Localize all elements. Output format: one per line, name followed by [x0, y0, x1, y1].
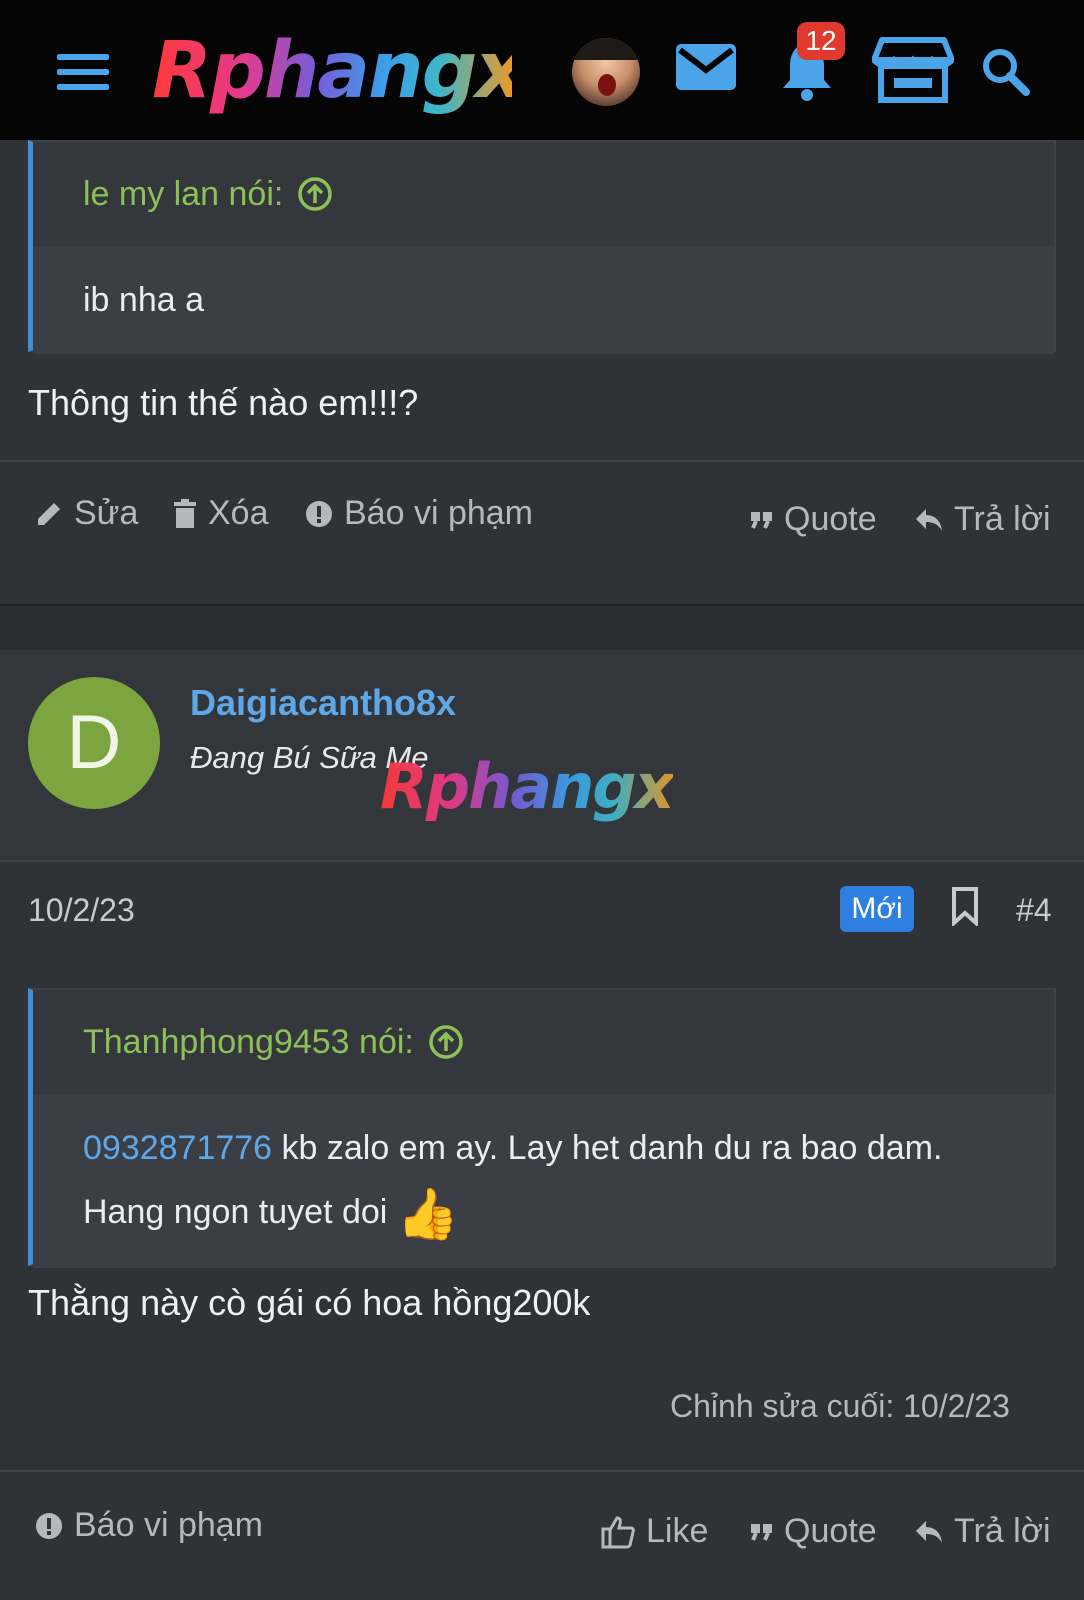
alert-icon — [36, 1512, 62, 1539]
search-icon[interactable] — [980, 46, 1030, 96]
delete-button[interactable]: Xóa — [172, 494, 269, 533]
post-actions: Sửa Xóa Báo vi phạm Quote Trả lời — [0, 494, 1084, 574]
reply-icon — [916, 508, 942, 531]
report-button[interactable]: Báo vi phạm — [304, 494, 533, 533]
report-label: Báo vi phạm — [74, 1506, 263, 1544]
top-navigation-bar: Rphangx 12 — [0, 0, 1084, 140]
quote-text: 0932871776 kb zalo em ay. Lay het danh d… — [33, 1094, 1054, 1269]
last-edited[interactable]: Chỉnh sửa cuối: 10/2/23 — [670, 1388, 1010, 1425]
post-body: Thông tin thế nào em!!!? — [28, 382, 419, 423]
reply-icon — [916, 1520, 942, 1543]
watermark-logo: Rphangx — [380, 750, 675, 823]
quote-block: le my lan nói: ib nha a — [28, 140, 1056, 354]
new-badge: Mới — [840, 886, 914, 932]
quote-label: Quote — [784, 1512, 877, 1550]
quote-label: Quote — [784, 500, 877, 538]
mail-icon[interactable] — [676, 44, 736, 90]
edit-button[interactable]: Sửa — [34, 494, 138, 533]
post: le my lan nói: ib nha a Thông tin thế nà… — [0, 140, 1084, 606]
alert-icon — [306, 500, 332, 527]
user-avatar[interactable] — [572, 38, 640, 106]
post-meta: 10/2/23 Mới #4 — [0, 860, 1084, 960]
quote-text-line1: kb zalo em ay. Lay het danh du ra bao da… — [272, 1129, 943, 1167]
post-actions: Báo vi phạm Like Quote Trả lời — [0, 1506, 1084, 1586]
post-user-header: D Daigiacantho8x Đang Bú Sữa Me Rphangx — [0, 650, 1084, 860]
divider — [0, 1470, 1084, 1472]
quote-icon — [751, 511, 772, 529]
post-number[interactable]: #4 — [1016, 892, 1052, 929]
quote-block: Thanhphong9453 nói: 0932871776 kb zalo e… — [28, 988, 1056, 1269]
trash-icon — [174, 498, 196, 528]
bookmark-icon[interactable] — [950, 886, 980, 926]
reply-label: Trả lời — [954, 1512, 1051, 1550]
arrow-up-circle-icon[interactable] — [297, 176, 333, 212]
site-logo[interactable]: Rphangx — [152, 26, 526, 116]
quote-header[interactable]: Thanhphong9453 nói: — [33, 990, 1054, 1094]
arrow-up-circle-icon[interactable] — [428, 1024, 464, 1060]
thumbs-up-emoji-icon: 👍 — [396, 1186, 460, 1243]
post-body: Thằng này cò gái có hoa hồng200k — [28, 1282, 591, 1323]
delete-label: Xóa — [208, 494, 269, 532]
post-date[interactable]: 10/2/23 — [28, 892, 135, 929]
quote-header[interactable]: le my lan nói: — [33, 142, 1054, 246]
menu-icon[interactable] — [57, 54, 109, 90]
divider — [0, 460, 1084, 462]
user-avatar[interactable]: D — [28, 677, 160, 809]
like-label: Like — [646, 1512, 709, 1550]
edit-label: Sửa — [74, 494, 139, 532]
reply-label: Trả lời — [954, 500, 1051, 538]
quote-author[interactable]: Thanhphong9453 nói: — [83, 1023, 414, 1062]
post: D Daigiacantho8x Đang Bú Sữa Me Rphangx … — [0, 650, 1084, 1600]
quote-button[interactable]: Quote — [750, 500, 877, 539]
quote-text: ib nha a — [33, 246, 1054, 354]
like-button[interactable]: Like — [600, 1512, 708, 1551]
pencil-icon — [38, 502, 60, 525]
notification-badge: 12 — [797, 22, 845, 60]
quote-button[interactable]: Quote — [750, 1512, 877, 1551]
phone-link[interactable]: 0932871776 — [83, 1129, 272, 1167]
username[interactable]: Daigiacantho8x — [190, 682, 456, 724]
thumbs-up-icon — [601, 1515, 635, 1548]
report-button[interactable]: Báo vi phạm — [34, 1506, 263, 1545]
report-label: Báo vi phạm — [344, 494, 533, 532]
reply-button[interactable]: Trả lời — [914, 500, 1051, 539]
quote-icon — [751, 1523, 772, 1541]
quote-text-line2: Hang ngon tuyet doi — [83, 1193, 388, 1231]
reply-button[interactable]: Trả lời — [914, 1512, 1051, 1551]
store-icon[interactable] — [871, 36, 955, 104]
quote-author[interactable]: le my lan nói: — [83, 175, 283, 214]
